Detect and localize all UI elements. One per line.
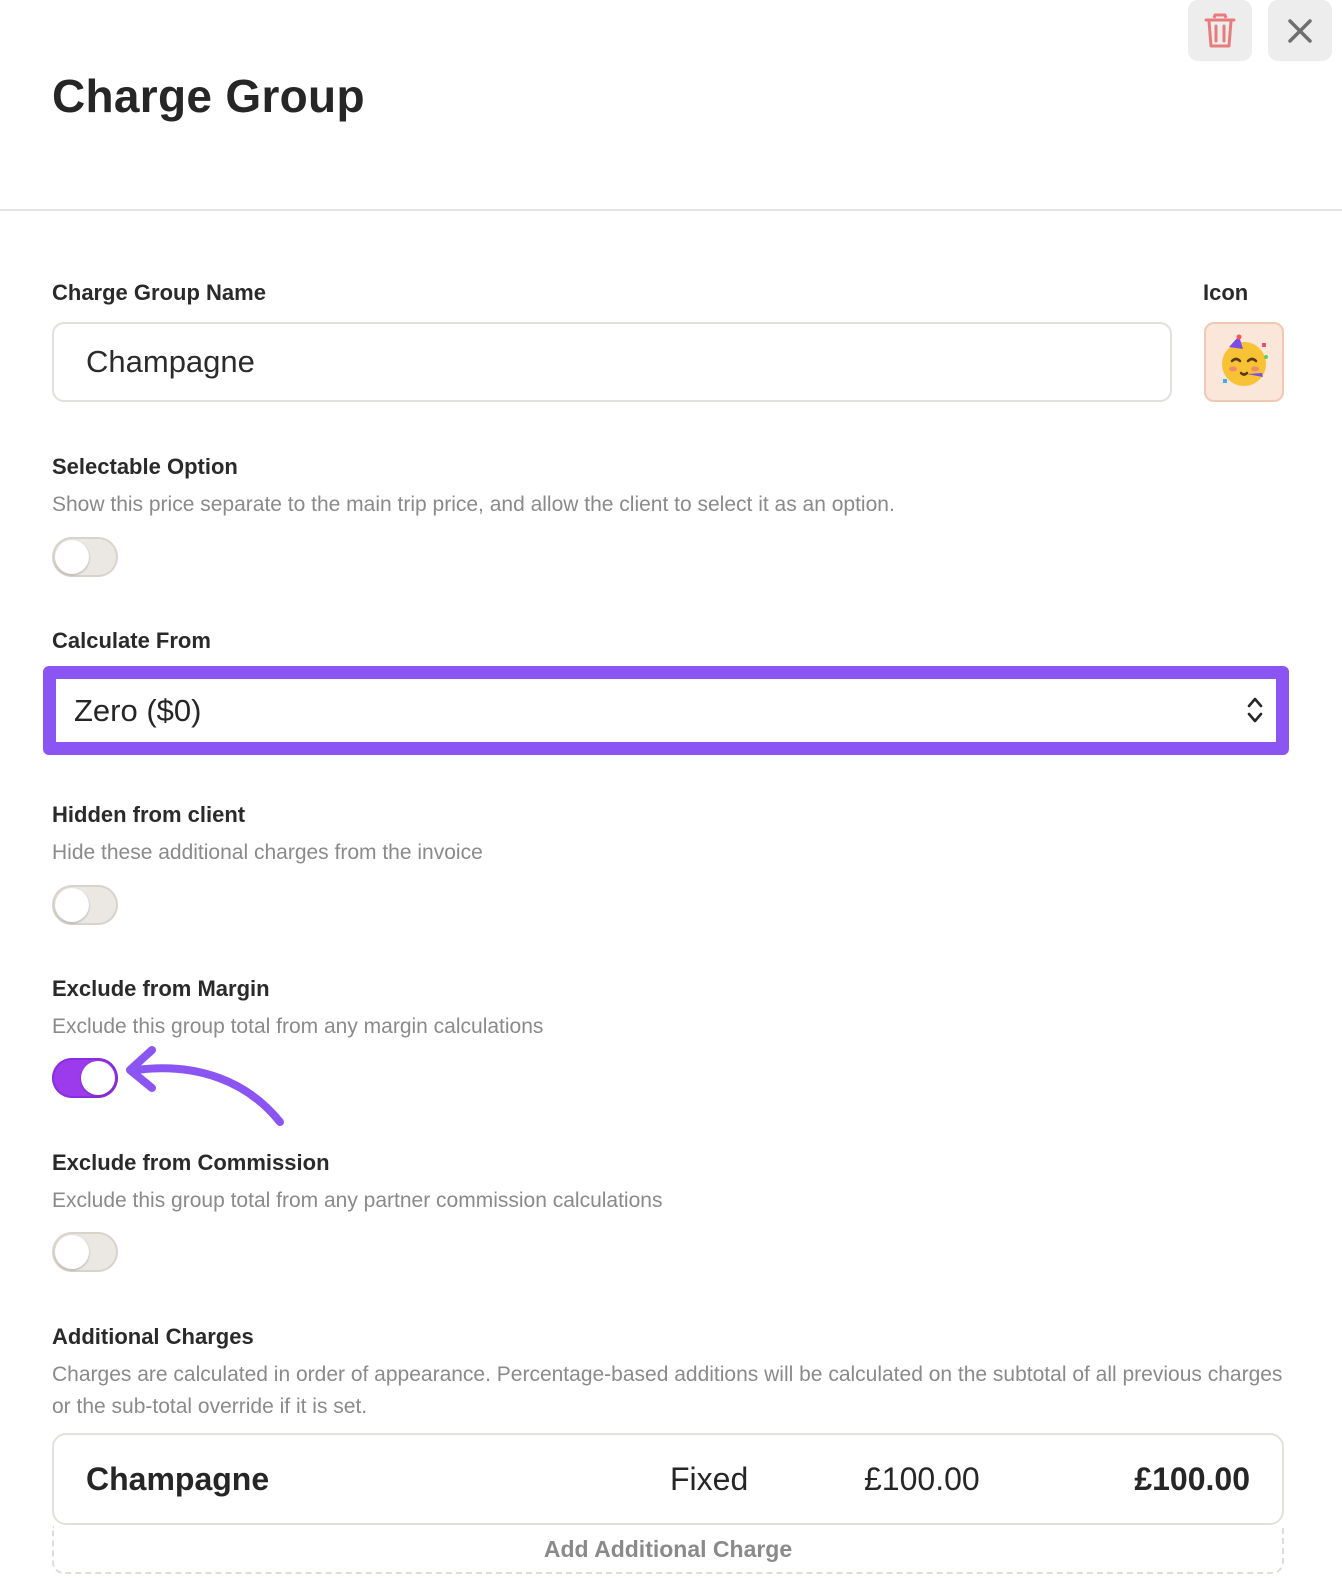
exclude-from-commission-label: Exclude from Commission xyxy=(52,1150,330,1175)
charge-name[interactable]: Champagne xyxy=(86,1435,269,1523)
hidden-from-client-toggle[interactable] xyxy=(52,885,118,925)
additional-charges-label: Additional Charges xyxy=(52,1324,254,1349)
exclude-from-margin-toggle[interactable] xyxy=(52,1058,118,1098)
calculate-from-select[interactable]: Zero ($0) xyxy=(56,679,1276,742)
header: Charge Group xyxy=(0,0,1342,211)
additional-charges-description: Charges are calculated in order of appea… xyxy=(52,1363,1283,1418)
toggle-knob xyxy=(55,1235,89,1269)
icon-label: Icon xyxy=(1203,280,1249,305)
exclude-from-commission-description: Exclude this group total from any partne… xyxy=(52,1189,663,1212)
charge-group-name-input[interactable]: Champagne xyxy=(52,322,1172,402)
selectable-option-label: Selectable Option xyxy=(52,454,238,479)
trash-icon xyxy=(1204,13,1236,47)
add-additional-charge-button[interactable]: Add Additional Charge xyxy=(52,1526,1284,1574)
toggle-knob xyxy=(55,540,89,574)
toggle-knob xyxy=(55,888,89,922)
hidden-from-client-label: Hidden from client xyxy=(52,802,246,827)
close-icon xyxy=(1288,18,1312,43)
page-title: Charge Group xyxy=(52,70,365,122)
icon-picker-button[interactable] xyxy=(1204,322,1284,402)
pointer-arrow-icon xyxy=(126,1046,284,1126)
selectable-option-description: Show this price separate to the main tri… xyxy=(52,493,895,516)
charge-total: £100.00 xyxy=(1134,1460,1250,1497)
charges-table: Champagne Fixed £100.00 £100.00 xyxy=(52,1433,1284,1525)
calculate-from-label: Calculate From xyxy=(52,628,211,653)
charge-group-name-label: Charge Group Name xyxy=(52,280,266,305)
select-chevrons-icon xyxy=(1247,697,1263,723)
calculate-from-value: Zero ($0) xyxy=(74,692,202,728)
party-emoji-icon xyxy=(1222,334,1268,386)
hidden-from-client-description: Hide these additional charges from the i… xyxy=(52,841,483,864)
charge-amount: £100.00 xyxy=(864,1460,980,1497)
exclude-from-commission-toggle[interactable] xyxy=(52,1232,118,1272)
selectable-option-toggle[interactable] xyxy=(52,537,118,577)
toggle-knob xyxy=(81,1061,115,1095)
close-button[interactable] xyxy=(1268,0,1332,61)
exclude-from-margin-description: Exclude this group total from any margin… xyxy=(52,1015,544,1038)
delete-button[interactable] xyxy=(1188,0,1252,61)
charge-type: Fixed xyxy=(670,1460,749,1497)
exclude-from-margin-label: Exclude from Margin xyxy=(52,976,270,1001)
